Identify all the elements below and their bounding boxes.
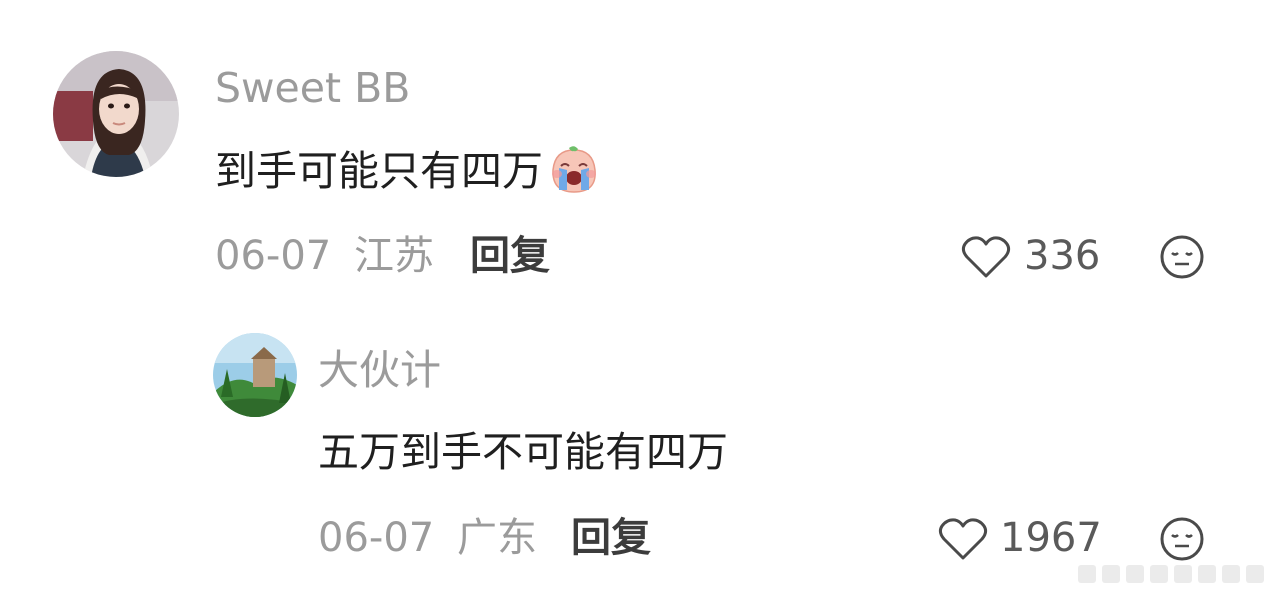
reply-button[interactable]: 回复 xyxy=(571,518,651,558)
username[interactable]: Sweet BB xyxy=(215,68,410,109)
watermark-graphic xyxy=(1078,561,1268,587)
comment-date: 06-07 xyxy=(215,233,332,279)
comment-location: 江苏 xyxy=(353,233,434,279)
comment-text-label: 到手可能只有四万 xyxy=(215,146,543,195)
comment-text: 五万到手不可能有四万 xyxy=(318,432,728,473)
username[interactable]: 大伙计 xyxy=(318,350,441,391)
crying-face-emoji-icon xyxy=(547,144,601,198)
avatar[interactable] xyxy=(53,51,179,177)
dislike-face-icon[interactable] xyxy=(1159,516,1205,562)
avatar[interactable] xyxy=(213,333,297,417)
dislike-face-icon[interactable] xyxy=(1159,234,1205,280)
heart-icon[interactable] xyxy=(961,235,1011,279)
comment-meta: 06-07 江苏 xyxy=(215,236,434,276)
comment-text: 到手可能只有四万 xyxy=(215,144,601,198)
comment-location: 广东 xyxy=(456,515,537,561)
like-count: 1967 xyxy=(1000,515,1102,561)
like-count: 336 xyxy=(1024,233,1101,279)
heart-icon[interactable] xyxy=(938,517,988,561)
reply-button[interactable]: 回复 xyxy=(470,236,550,276)
comment-text-label: 五万到手不可能有四万 xyxy=(318,428,728,476)
comment-date: 06-07 xyxy=(318,515,435,561)
comment-meta: 06-07 广东 xyxy=(318,518,537,558)
